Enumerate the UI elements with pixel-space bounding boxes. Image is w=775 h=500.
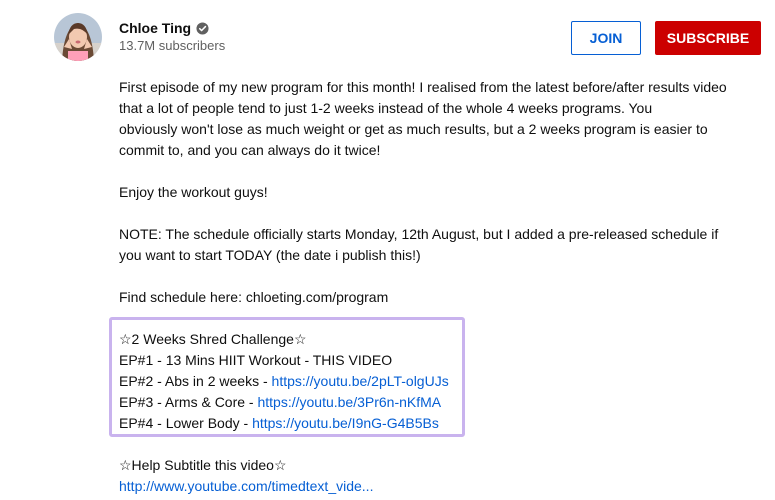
subtitle-title: ☆Help Subtitle this video☆ xyxy=(119,457,287,473)
verified-check-icon xyxy=(196,21,209,35)
description-line: that a lot of people tend to just 1-2 we… xyxy=(119,100,653,116)
description-line: you want to start TODAY (the date i publ… xyxy=(119,247,421,263)
description-line: obviously won't lose as much weight or g… xyxy=(119,121,708,137)
join-button[interactable]: JOIN xyxy=(571,21,641,55)
description-line: First episode of my new program for this… xyxy=(119,79,727,95)
description-line: commit to, and you can always do it twic… xyxy=(119,142,381,158)
channel-name[interactable]: Chloe Ting xyxy=(119,20,209,36)
subscribe-button[interactable]: SUBSCRIBE xyxy=(655,21,761,55)
subscriber-count: 13.7M subscribers xyxy=(119,38,226,53)
challenge-highlight-box xyxy=(109,317,465,437)
channel-avatar[interactable] xyxy=(54,13,102,61)
subtitle-link[interactable]: http://www.youtube.com/timedtext_vide... xyxy=(119,478,373,494)
description-line: Enjoy the workout guys! xyxy=(119,184,268,200)
description-line: NOTE: The schedule officially starts Mon… xyxy=(119,226,719,242)
channel-name-text[interactable]: Chloe Ting xyxy=(119,20,191,36)
subtitle-line: http://www.youtube.com/timedtext_vide... xyxy=(119,476,759,497)
schedule-line: Find schedule here: chloeting.com/progra… xyxy=(119,289,389,305)
